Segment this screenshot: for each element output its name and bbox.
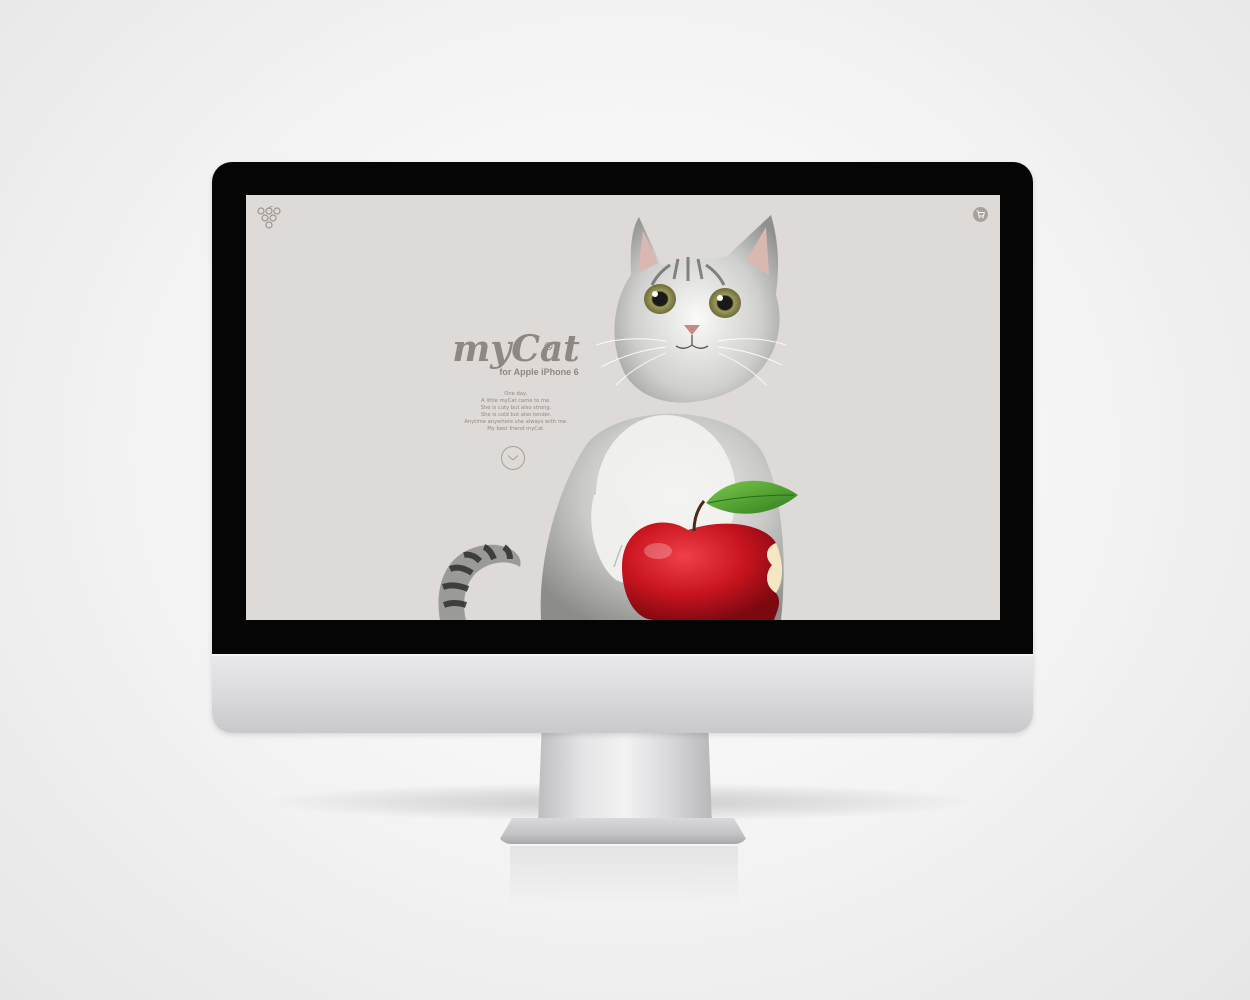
website-screen: myCat ® for Apple iPhone 6 One day, A li… bbox=[246, 195, 1000, 620]
monitor-stand-neck bbox=[538, 733, 712, 825]
monitor-chin bbox=[212, 654, 1033, 733]
monitor-stand-base bbox=[497, 818, 749, 844]
shopping-cart-icon bbox=[976, 210, 985, 219]
grape-cluster-icon[interactable] bbox=[257, 205, 281, 232]
cart-button[interactable] bbox=[973, 207, 988, 222]
cat-with-apple-image bbox=[438, 215, 798, 620]
monitor-bezel: myCat ® for Apple iPhone 6 One day, A li… bbox=[212, 162, 1033, 654]
stand-reflection bbox=[510, 846, 738, 906]
desktop-monitor: myCat ® for Apple iPhone 6 One day, A li… bbox=[212, 162, 1033, 733]
